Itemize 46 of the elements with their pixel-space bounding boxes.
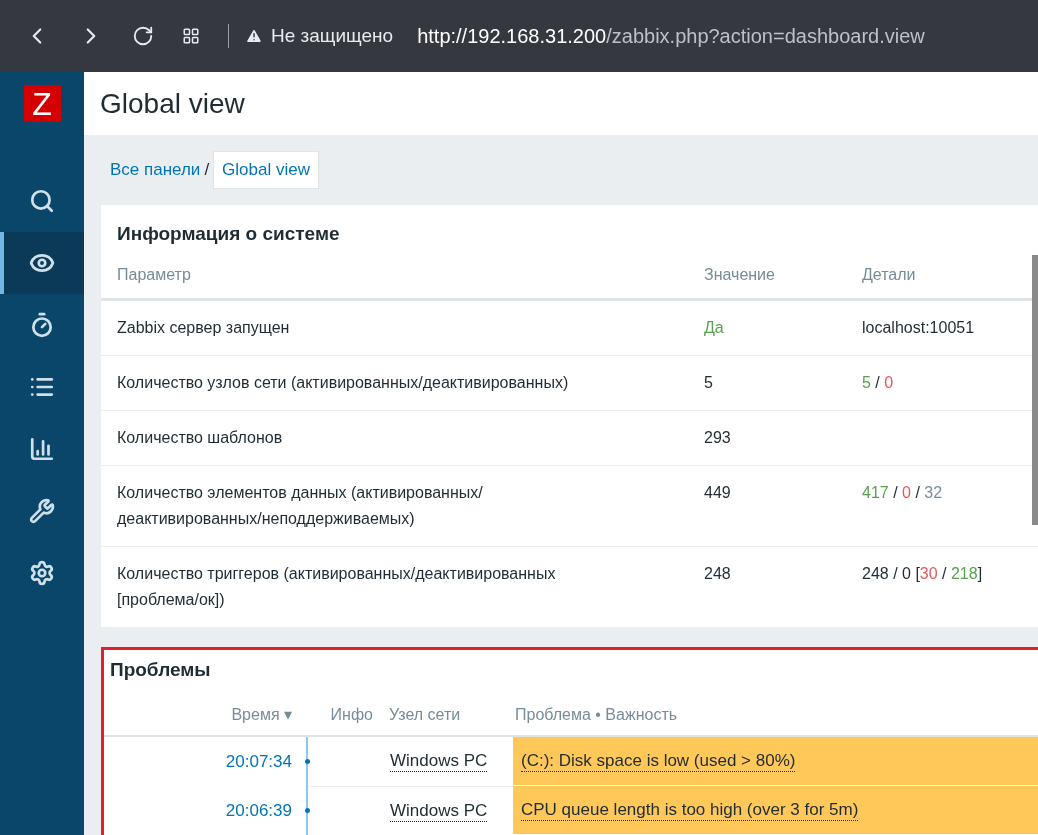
details-cell-text: 248 / 0 [30 / 218] — [862, 563, 983, 584]
details-cell-text: localhost:10051 — [862, 317, 975, 338]
details-cell-text: 417 / 0 / 32 — [862, 482, 943, 503]
column-header: Значение — [704, 265, 776, 286]
value-cell: 5 — [704, 373, 713, 391]
value-cell: 449 — [704, 483, 731, 501]
details-cell-text: 5 / 0 — [862, 372, 894, 393]
breadcrumb-link[interactable]: Global view — [213, 151, 319, 189]
reload-icon[interactable] — [132, 25, 154, 47]
warning-icon — [245, 27, 263, 45]
page-title: Global view — [100, 86, 245, 121]
problem-link[interactable]: CPU queue length is too high (over 3 for 5m) — [521, 799, 859, 821]
sidebar-item[interactable] — [0, 232, 84, 294]
time-link[interactable]: 20:06:39 — [225, 797, 292, 824]
scrollbar[interactable] — [1032, 254, 1038, 525]
breadcrumb-link[interactable]: Все панели — [110, 157, 201, 183]
widget-title: Информация о системе — [116, 221, 341, 246]
parameter-cell-text: Количество шаблонов — [117, 427, 284, 448]
search-icon — [29, 188, 55, 214]
parameter-cell-text: Zabbix сервер запущен — [117, 317, 291, 338]
address-field[interactable]: http://192.168.31.200/zabbix.php?action=dashboard.view — [417, 21, 925, 51]
time-link[interactable]: 20:07:34 — [225, 748, 292, 775]
security-label: Не защищено — [271, 23, 394, 48]
value-cell: 248 — [704, 564, 731, 582]
parameter-cell-text: Количество узлов сети (активированных/деактивированных) — [117, 372, 570, 393]
grid-icon[interactable] — [182, 27, 200, 45]
column-header: Узел сети — [388, 704, 462, 725]
column-header[interactable]: Время ▾ — [104, 702, 308, 727]
host-link[interactable]: Windows PC — [390, 800, 488, 822]
logo[interactable]: Z — [23, 85, 61, 122]
host-link[interactable]: Windows PC — [390, 751, 488, 772]
parameter-cell-text: Количество триггеров (активированных/деактивированных [проблема/ок]) — [117, 563, 557, 610]
column-header: Детали — [862, 265, 917, 286]
value-cell: 293 — [704, 428, 731, 446]
parameter-cell-text: Количество элементов данных (активированных/ деактивированных/неподдерживаемых) — [117, 482, 484, 529]
settings-icon — [29, 560, 55, 586]
chart-icon — [29, 436, 55, 462]
widget-title: Проблемы — [109, 658, 212, 682]
problem-link[interactable]: (C:): Disk space is low (used > 80%) — [521, 750, 796, 772]
column-header: Инфо — [329, 704, 373, 725]
column-header: Параметр — [116, 265, 192, 286]
breadcrumb-separator: / — [204, 159, 210, 182]
value-cell: Да — [704, 318, 724, 336]
column-header: Проблема • Важность — [514, 704, 679, 725]
wrench-icon — [29, 498, 55, 524]
stopwatch-icon — [29, 312, 55, 338]
